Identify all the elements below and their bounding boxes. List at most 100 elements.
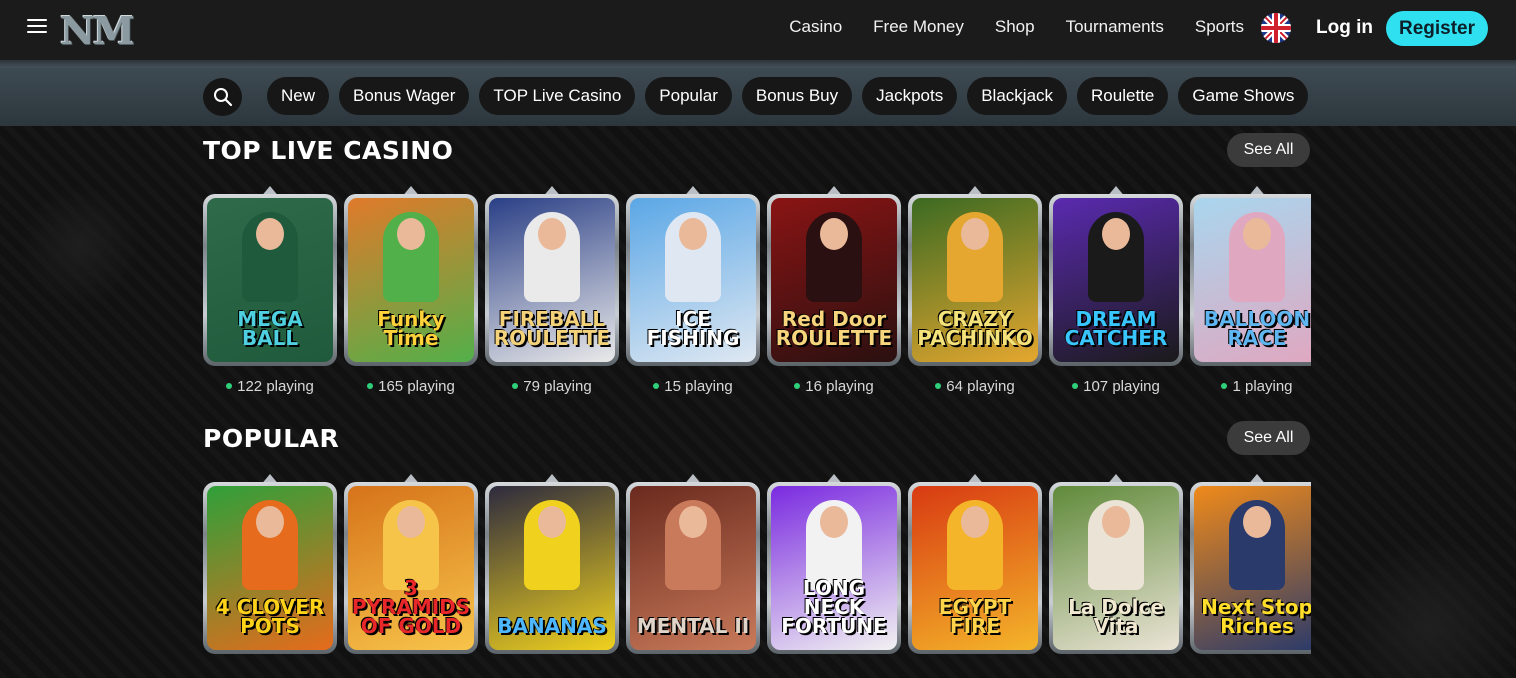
game-character xyxy=(947,212,1003,302)
game-title: ICE FISHING xyxy=(646,307,740,350)
category-blackjack[interactable]: Blackjack xyxy=(967,77,1068,115)
game-character xyxy=(524,212,580,302)
game-tile[interactable]: 3 PYRAMIDS OF GOLD xyxy=(344,474,478,654)
site-logo[interactable]: NM xyxy=(60,8,135,53)
game-title: Next Stop Riches xyxy=(1201,595,1311,638)
game-thumbnail: Red Door ROULETTE xyxy=(771,198,897,362)
game-thumbnail: MENTAL II xyxy=(630,486,756,650)
player-count-label: 15 playing xyxy=(664,378,733,395)
register-button[interactable]: Register xyxy=(1386,11,1488,46)
game-tile[interactable]: LONG NECK FORTUNE xyxy=(767,474,901,654)
game-tile[interactable]: ICE FISHING xyxy=(626,186,760,366)
tile-frame: ICE FISHING xyxy=(626,194,760,366)
player-count: 122 playing xyxy=(203,378,337,395)
game-thumbnail: Next Stop Riches xyxy=(1194,486,1311,650)
game-character xyxy=(1229,500,1285,590)
category-roulette[interactable]: Roulette xyxy=(1077,77,1169,115)
player-count: 15 playing xyxy=(626,378,760,395)
top-header: NM Casino Free Money Shop Tournaments Sp… xyxy=(0,0,1516,60)
menu-icon[interactable] xyxy=(27,19,47,35)
section-title-live: TOP LIVE CASINO xyxy=(203,136,454,165)
game-title: CRAZY PACHINKO xyxy=(917,307,1033,350)
game-character xyxy=(665,212,721,302)
see-all-live-button[interactable]: See All xyxy=(1227,133,1310,167)
game-thumbnail: DREAM CATCHER xyxy=(1053,198,1179,362)
category-game-shows[interactable]: Game Shows xyxy=(1178,77,1309,115)
game-character xyxy=(947,500,1003,590)
player-count: 64 playing xyxy=(908,378,1042,395)
game-tile[interactable]: MEGA BALL xyxy=(203,186,337,366)
tile-frame: CRAZY PACHINKO xyxy=(908,194,1042,366)
player-count: 165 playing xyxy=(344,378,478,395)
category-bonus-wager[interactable]: Bonus Wager xyxy=(339,77,470,115)
game-tile[interactable]: MENTAL II xyxy=(626,474,760,654)
game-title: EGYPT FIRE xyxy=(938,595,1012,638)
tile-frame: DREAM CATCHER xyxy=(1049,194,1183,366)
online-dot-icon xyxy=(653,383,660,390)
search-button[interactable] xyxy=(203,78,242,116)
game-tile[interactable]: 4 CLOVER POTS xyxy=(203,474,337,654)
game-title: Funky Time xyxy=(377,307,445,350)
game-tile[interactable]: CRAZY PACHINKO xyxy=(908,186,1042,366)
nav-shop[interactable]: Shop xyxy=(995,17,1035,37)
game-title: Red Door ROULETTE xyxy=(775,307,893,350)
game-tile[interactable]: Funky Time xyxy=(344,186,478,366)
category-jackpots[interactable]: Jackpots xyxy=(862,77,958,115)
player-count: 107 playing xyxy=(1049,378,1183,395)
game-tile[interactable]: Red Door ROULETTE xyxy=(767,186,901,366)
game-thumbnail: MEGA BALL xyxy=(207,198,333,362)
tile-frame: LONG NECK FORTUNE xyxy=(767,482,901,654)
game-tile[interactable]: BALLOON RACE xyxy=(1190,186,1311,366)
main-nav: Casino Free Money Shop Tournaments Sport… xyxy=(758,17,1244,37)
game-character xyxy=(1088,500,1144,590)
game-thumbnail: Funky Time xyxy=(348,198,474,362)
game-thumbnail: LONG NECK FORTUNE xyxy=(771,486,897,650)
player-count-label: 64 playing xyxy=(946,378,1015,395)
game-character xyxy=(665,500,721,590)
game-thumbnail: 4 CLOVER POTS xyxy=(207,486,333,650)
online-dot-icon xyxy=(512,383,519,390)
nav-tournaments[interactable]: Tournaments xyxy=(1066,17,1164,37)
game-title: BALLOON RACE xyxy=(1203,307,1311,350)
nav-casino[interactable]: Casino xyxy=(789,17,842,37)
player-count: 16 playing xyxy=(767,378,901,395)
game-tile[interactable]: DREAM CATCHER xyxy=(1049,186,1183,366)
game-tile[interactable]: La Dolce Vita xyxy=(1049,474,1183,654)
tile-frame: 4 CLOVER POTS xyxy=(203,482,337,654)
category-bonus-buy[interactable]: Bonus Buy xyxy=(741,77,853,115)
online-dot-icon xyxy=(1221,383,1228,390)
game-character xyxy=(1229,212,1285,302)
nav-free-money[interactable]: Free Money xyxy=(873,17,964,37)
game-thumbnail: CRAZY PACHINKO xyxy=(912,198,1038,362)
game-title: La Dolce Vita xyxy=(1068,595,1164,638)
game-character xyxy=(806,212,862,302)
category-pills: New Bonus Wager TOP Live Casino Popular … xyxy=(267,77,1318,115)
game-tile[interactable]: FIREBALL ROULETTE xyxy=(485,186,619,366)
game-thumbnail: 3 PYRAMIDS OF GOLD xyxy=(348,486,474,650)
game-thumbnail: BANANAS xyxy=(489,486,615,650)
player-count-label: 122 playing xyxy=(237,378,314,395)
uk-flag-icon[interactable] xyxy=(1261,13,1291,43)
see-all-popular-button[interactable]: See All xyxy=(1227,421,1310,455)
category-new[interactable]: New xyxy=(267,77,330,115)
player-count-label: 16 playing xyxy=(805,378,874,395)
player-count: 1 playing xyxy=(1190,378,1311,395)
online-dot-icon xyxy=(226,383,233,390)
category-top-live-casino[interactable]: TOP Live Casino xyxy=(479,77,636,115)
online-dot-icon xyxy=(1072,383,1079,390)
nav-sports[interactable]: Sports xyxy=(1195,17,1244,37)
game-tile[interactable]: Next Stop Riches xyxy=(1190,474,1311,654)
online-dot-icon xyxy=(794,383,801,390)
tile-frame: Funky Time xyxy=(344,194,478,366)
login-link[interactable]: Log in xyxy=(1316,17,1373,39)
game-title: MEGA BALL xyxy=(237,307,303,350)
player-count-label: 1 playing xyxy=(1232,378,1293,395)
game-tile[interactable]: EGYPT FIRE xyxy=(908,474,1042,654)
game-tile[interactable]: BANANAS xyxy=(485,474,619,654)
tile-frame: EGYPT FIRE xyxy=(908,482,1042,654)
section-title-popular: POPULAR xyxy=(203,424,340,453)
player-count-label: 107 playing xyxy=(1083,378,1160,395)
tile-frame: BALLOON RACE xyxy=(1190,194,1311,366)
category-popular[interactable]: Popular xyxy=(645,77,732,115)
category-bar: New Bonus Wager TOP Live Casino Popular … xyxy=(0,68,1516,126)
